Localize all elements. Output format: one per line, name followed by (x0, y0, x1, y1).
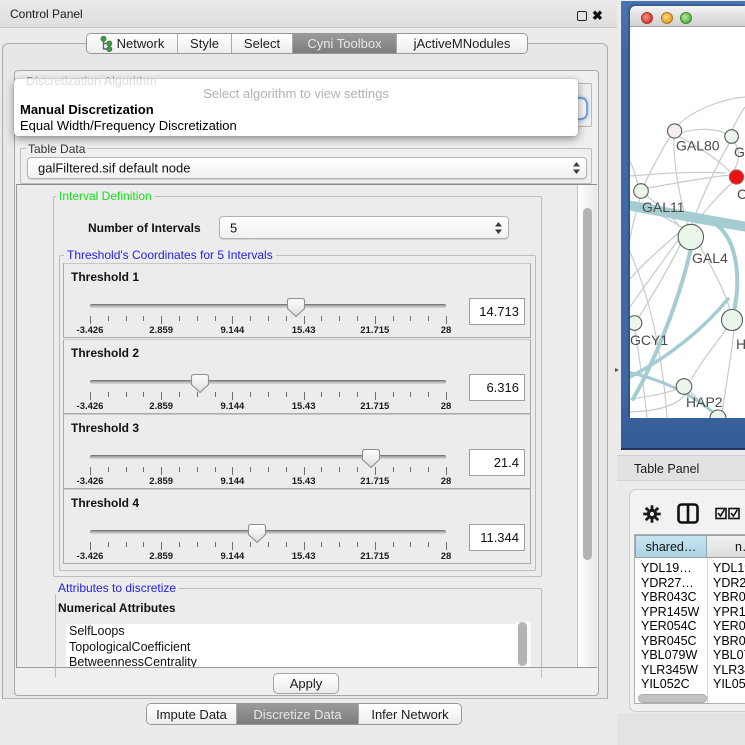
svg-text:GCY1: GCY1 (630, 332, 668, 348)
svg-text:GAL80: GAL80 (676, 138, 720, 154)
svg-text:HAP2: HAP2 (686, 394, 723, 410)
svg-text:CY: CY (737, 186, 745, 202)
svg-text:GA: GA (734, 144, 745, 160)
svg-text:H: H (736, 336, 745, 352)
svg-text:GAL11: GAL11 (642, 199, 685, 215)
svg-text:GAL4: GAL4 (692, 250, 728, 266)
